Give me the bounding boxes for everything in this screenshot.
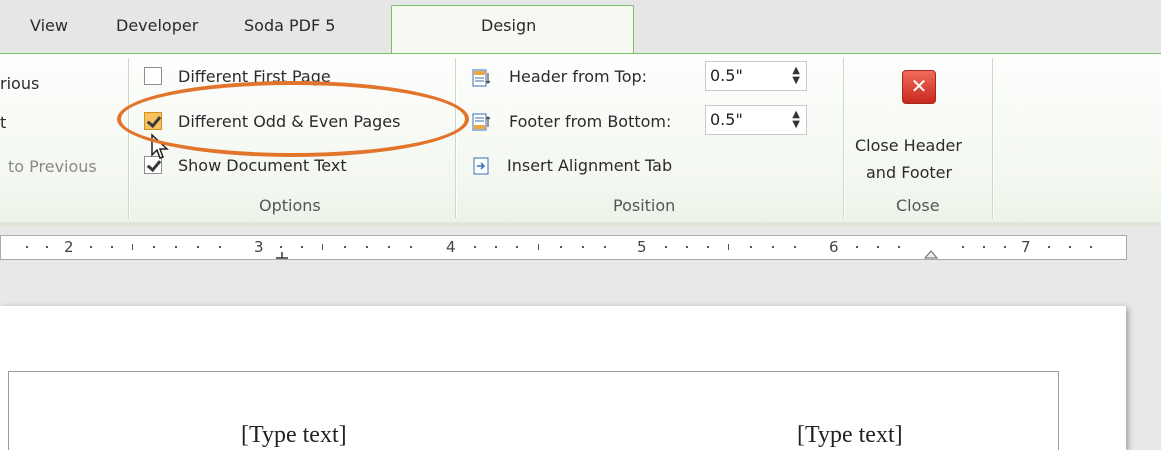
ruler-number: 7 (1021, 238, 1031, 256)
ruler-number: 3 (254, 238, 264, 256)
tab-stop-marker-icon (276, 252, 288, 259)
different-odd-even-label: Different Odd & Even Pages (178, 112, 401, 131)
ruler-number: 6 (829, 238, 839, 256)
ruler-number: 2 (64, 238, 74, 256)
show-document-text-label: Show Document Text (178, 156, 347, 175)
insert-alignment-tab-button[interactable]: Insert Alignment Tab (507, 156, 672, 175)
footer-from-bottom-label: Footer from Bottom: (509, 112, 672, 131)
ruler-number: 4 (446, 238, 456, 256)
different-first-page-checkbox[interactable] (144, 67, 162, 85)
previous-section-button[interactable]: rious (0, 74, 39, 93)
spinner-arrows-icon[interactable]: ▲ ▼ (792, 110, 800, 130)
group-separator (128, 58, 129, 218)
ruler-number: 5 (637, 238, 647, 256)
insert-alignment-tab-icon (473, 157, 489, 175)
group-separator (455, 58, 456, 218)
different-odd-even-checkbox[interactable] (144, 112, 162, 130)
footer-from-bottom-icon (472, 113, 491, 131)
tab-view[interactable]: View (30, 16, 68, 35)
close-group-label: Close (896, 196, 940, 215)
header-right-placeholder[interactable]: [Type text] (797, 422, 903, 449)
tab-developer[interactable]: Developer (116, 16, 198, 35)
tab-design[interactable]: Design (481, 16, 536, 35)
group-separator (992, 58, 993, 218)
group-separator (843, 58, 844, 218)
options-group-label: Options (259, 196, 321, 215)
close-x-icon[interactable]: ✕ (902, 70, 936, 104)
header-from-top-label: Header from Top: (509, 67, 648, 86)
footer-from-bottom-spinner[interactable]: 0.5" ▲ ▼ (705, 105, 807, 135)
close-header-footer-line2[interactable]: and Footer (866, 163, 952, 182)
next-section-button[interactable]: t (0, 113, 6, 132)
close-header-footer-line1[interactable]: Close Header (855, 136, 962, 155)
header-from-top-icon (472, 69, 491, 87)
header-left-placeholder[interactable]: [Type text] (241, 422, 347, 449)
link-to-previous-button[interactable]: to Previous (8, 157, 97, 176)
ruler-ticks (26, 244, 1092, 259)
horizontal-ruler[interactable]: 2 3 4 5 6 7 (0, 235, 1127, 260)
mouse-pointer-icon (151, 133, 169, 159)
spinner-arrows-icon[interactable]: ▲ ▼ (792, 66, 800, 86)
different-first-page-label: Different First Page (178, 67, 331, 86)
tab-soda-pdf[interactable]: Soda PDF 5 (244, 16, 335, 35)
header-from-top-value[interactable]: 0.5" (710, 66, 743, 85)
right-indent-marker-icon (923, 250, 939, 259)
header-from-top-spinner[interactable]: 0.5" ▲ ▼ (705, 61, 807, 91)
position-group-label: Position (613, 196, 676, 215)
footer-from-bottom-value[interactable]: 0.5" (710, 110, 743, 129)
ribbon-bottom-strip (0, 222, 1161, 226)
